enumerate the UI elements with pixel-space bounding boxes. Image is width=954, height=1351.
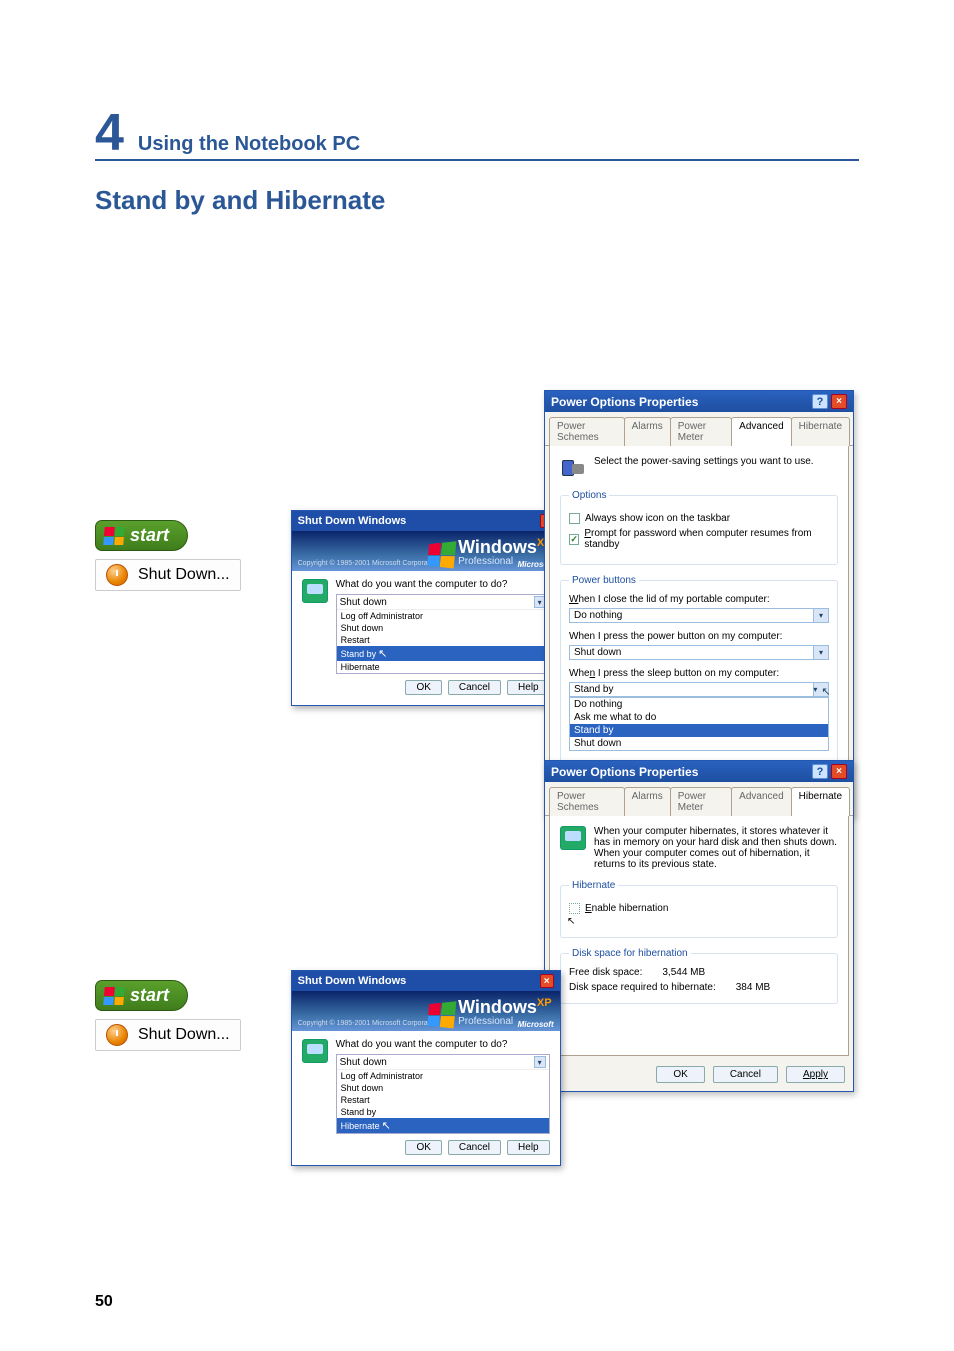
sleep-button-label: When I press the sleep button on my comp… — [569, 668, 829, 679]
ok-button[interactable]: OK — [405, 680, 441, 695]
start-label: start — [130, 985, 169, 1006]
enable-hibernation-label: Enable hibernation — [585, 903, 668, 914]
props-tabs: Power Schemes Alarms Power Meter Advance… — [545, 782, 853, 816]
advanced-intro: Select the power-saving settings you wan… — [594, 456, 814, 467]
cancel-button[interactable]: Cancel — [713, 1066, 778, 1083]
start-button[interactable]: start — [95, 520, 188, 551]
close-icon[interactable]: × — [831, 764, 847, 779]
sdw-title: Shut Down Windows — [298, 515, 407, 527]
cancel-button[interactable]: Cancel — [448, 680, 501, 695]
hibernate-intro: When your computer hibernates, it stores… — [594, 826, 838, 870]
sdw-question: What do you want the computer to do? — [336, 579, 550, 590]
free-disk-value: 3,544 MB — [662, 967, 705, 978]
cursor-icon: ↖ — [567, 916, 829, 927]
checkbox-prompt-password[interactable]: ✓ — [569, 534, 579, 545]
checkbox-show-icon[interactable] — [569, 513, 580, 524]
tab-advanced[interactable]: Advanced — [731, 787, 791, 816]
power-icon — [106, 1024, 128, 1046]
close-icon[interactable]: × — [831, 394, 847, 409]
cursor-icon: ↖ — [378, 648, 387, 660]
chevron-down-icon: ▾↖ — [814, 682, 829, 697]
sleep-button-dropdown[interactable]: Do nothing Ask me what to do Stand by Sh… — [569, 697, 829, 751]
cursor-icon: ↖ — [821, 685, 830, 698]
tab-advanced[interactable]: Advanced — [731, 417, 791, 446]
tab-alarms[interactable]: Alarms — [624, 787, 671, 816]
tab-power-meter[interactable]: Power Meter — [670, 417, 732, 446]
shut-down-windows-dialog-hibernate: Shut Down Windows × Copyright © 1985-200… — [291, 970, 561, 1166]
required-disk-value: 384 MB — [736, 982, 770, 993]
section-title: Stand by and Hibernate — [95, 185, 859, 216]
power-button-select[interactable]: Shut down▾ — [569, 645, 829, 660]
microsoft-label: Microsoft — [518, 1020, 554, 1029]
chevron-down-icon: ▾ — [814, 645, 829, 660]
chk-prompt-password-label: Prompt for password when computer resume… — [584, 528, 829, 550]
tab-power-meter[interactable]: Power Meter — [670, 787, 732, 816]
monitor-icon — [560, 826, 586, 850]
chevron-down-icon: ▾ — [814, 608, 829, 623]
free-disk-label: Free disk space: — [569, 967, 642, 978]
chevron-down-icon: ▾ — [534, 1056, 546, 1068]
group-hibernate: Hibernate — [569, 880, 618, 891]
chapter-bar: 4 Using the Notebook PC — [95, 110, 859, 161]
chapter-number: 4 — [95, 110, 124, 157]
monitor-icon — [302, 1039, 328, 1063]
sdw-copyright: Copyright © 1985-2001 Microsoft Corporat… — [298, 1020, 439, 1027]
sdw-copyright: Copyright © 1985-2001 Microsoft Corporat… — [298, 560, 439, 567]
start-label: start — [130, 525, 169, 546]
sdw-question: What do you want the computer to do? — [336, 1039, 550, 1050]
apply-button[interactable]: Apply — [786, 1066, 845, 1083]
required-disk-label: Disk space required to hibernate: — [569, 982, 716, 993]
power-options-hibernate: Power Options Properties ? × Power Schem… — [544, 760, 854, 1092]
sdw-action-select[interactable]: Shut down▾ Log off Administrator Shut do… — [336, 594, 550, 674]
props-tabs: Power Schemes Alarms Power Meter Advance… — [545, 412, 853, 446]
help-icon[interactable]: ? — [812, 394, 828, 409]
tab-hibernate[interactable]: Hibernate — [791, 417, 850, 446]
sleep-button-select[interactable]: Stand by▾↖ — [569, 682, 829, 697]
shutdown-menu-item[interactable]: Shut Down... — [95, 559, 241, 591]
lid-label: When I close the lid of my portable comp… — [569, 594, 829, 605]
shutdown-menu-label: Shut Down... — [138, 566, 230, 584]
shutdown-menu-item[interactable]: Shut Down... — [95, 1019, 241, 1051]
group-disk-space: Disk space for hibernation — [569, 948, 691, 959]
sdw-action-select[interactable]: Shut down▾ Log off Administrator Shut do… — [336, 1054, 550, 1134]
battery-plug-icon — [560, 456, 586, 480]
help-button[interactable]: Help — [507, 1140, 550, 1155]
sdw-title: Shut Down Windows — [298, 975, 407, 987]
cursor-icon: ↖ — [382, 1120, 391, 1132]
shutdown-menu-label: Shut Down... — [138, 1026, 230, 1044]
shut-down-windows-dialog-standby: Shut Down Windows × Copyright © 1985-200… — [291, 510, 561, 706]
power-options-advanced: Power Options Properties ? × Power Schem… — [544, 390, 854, 817]
lid-select[interactable]: Do nothing▾ — [569, 608, 829, 623]
group-power-buttons: Power buttons — [569, 575, 639, 586]
start-button[interactable]: start — [95, 980, 188, 1011]
help-icon[interactable]: ? — [812, 764, 828, 779]
tab-alarms[interactable]: Alarms — [624, 417, 671, 446]
monitor-icon — [302, 579, 328, 603]
ok-button[interactable]: OK — [405, 1140, 441, 1155]
props-title: Power Options Properties — [551, 765, 698, 779]
checkbox-enable-hibernation[interactable] — [569, 903, 580, 914]
tab-hibernate[interactable]: Hibernate — [791, 787, 850, 816]
power-button-label: When I press the power button on my comp… — [569, 631, 829, 642]
close-icon[interactable]: × — [540, 974, 554, 988]
tab-power-schemes[interactable]: Power Schemes — [549, 417, 625, 446]
windows-flag-icon — [103, 527, 125, 545]
windows-flag-icon — [103, 987, 125, 1005]
cancel-button[interactable]: Cancel — [448, 1140, 501, 1155]
ok-button[interactable]: OK — [656, 1066, 704, 1083]
group-options: Options — [569, 490, 609, 501]
props-title: Power Options Properties — [551, 395, 698, 409]
power-icon — [106, 564, 128, 586]
chapter-title: Using the Notebook PC — [138, 133, 360, 156]
page-number: 50 — [95, 1293, 113, 1311]
tab-power-schemes[interactable]: Power Schemes — [549, 787, 625, 816]
chk-show-icon-label: Always show icon on the taskbar — [585, 513, 730, 524]
